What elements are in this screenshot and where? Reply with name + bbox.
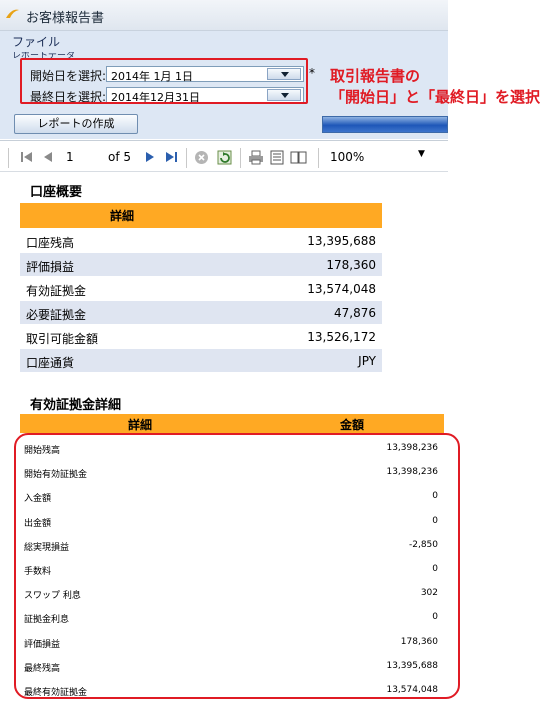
summary-row: 取引可能金額 13,526,172: [20, 325, 382, 348]
toolbar-separator: [186, 148, 187, 168]
detail-highlight-box: [14, 433, 460, 699]
refresh-icon[interactable]: [217, 150, 232, 165]
stop-icon[interactable]: [194, 150, 209, 165]
margin-detail-header: 詳細 金額: [20, 414, 444, 433]
callout-text: 取引報告書の 「開始日」と「最終日」を選択: [330, 66, 540, 108]
summary-row: 有効証拠金 13,574,048: [20, 277, 382, 300]
page-number-input[interactable]: 1: [66, 150, 74, 164]
zoom-value: 100%: [330, 150, 365, 164]
callout-line1: 取引報告書の: [330, 67, 421, 85]
zoom-select[interactable]: 100% ▼: [330, 149, 440, 166]
header-detail: 詳細: [128, 418, 153, 432]
account-summary-title: 口座概要: [30, 185, 83, 200]
summary-row: 口座通貨 JPY: [20, 349, 382, 372]
summary-row-value: 13,526,172: [307, 330, 376, 344]
page-count: of 5: [108, 150, 132, 164]
summary-row-value: 13,574,048: [307, 282, 376, 296]
summary-row-label: 口座残高: [26, 236, 75, 250]
menu-file[interactable]: ファイル: [12, 33, 60, 50]
header-amount: 金額: [340, 418, 365, 432]
summary-row-value: 178,360: [326, 258, 376, 272]
margin-detail-title: 有効証拠金詳細: [30, 398, 122, 413]
summary-row: 口座残高 13,395,688: [20, 229, 382, 252]
summary-row-value: 47,876: [334, 306, 376, 320]
progress-bar: [322, 116, 448, 133]
page-setup-icon[interactable]: [290, 150, 308, 165]
callout-line2: 「開始日」と「最終日」を選択: [330, 88, 540, 106]
app-logo-icon: [6, 9, 19, 18]
summary-row-label: 有効証拠金: [26, 284, 87, 298]
required-mark: *: [309, 66, 315, 80]
last-page-icon[interactable]: [164, 150, 178, 164]
summary-row-label: 評価損益: [26, 260, 75, 274]
toolbar-separator: [318, 148, 319, 168]
page-layout-icon[interactable]: [270, 150, 284, 165]
summary-row-label: 取引可能金額: [26, 332, 99, 346]
toolbar-separator: [240, 148, 241, 168]
summary-row-label: 必要証拠金: [26, 308, 87, 322]
header-detail: 詳細: [110, 209, 135, 223]
summary-row-value: JPY: [358, 354, 376, 368]
date-highlight-box: [20, 58, 308, 104]
account-summary-header: 詳細: [20, 203, 382, 228]
first-page-icon[interactable]: [20, 150, 34, 164]
create-report-button[interactable]: レポートの作成: [14, 114, 138, 134]
summary-row-label: 口座通貨: [26, 356, 75, 370]
summary-row-value: 13,395,688: [307, 234, 376, 248]
zoom-dropdown-icon[interactable]: ▼: [418, 149, 425, 159]
window-title: お客様報告書: [26, 11, 105, 26]
next-page-icon[interactable]: [144, 150, 156, 164]
summary-row: 評価損益 178,360: [20, 253, 382, 276]
summary-row: 必要証拠金 47,876: [20, 301, 382, 324]
prev-page-icon[interactable]: [42, 150, 54, 164]
toolbar-separator: [8, 148, 9, 168]
print-icon[interactable]: [248, 150, 264, 165]
